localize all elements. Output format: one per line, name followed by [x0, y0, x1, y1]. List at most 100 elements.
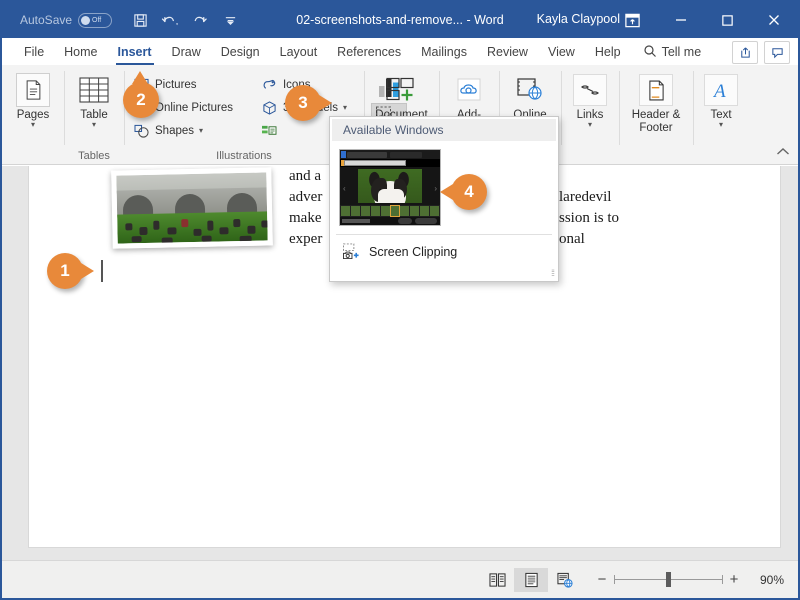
tab-draw[interactable]: Draw	[162, 39, 211, 65]
save-icon[interactable]	[126, 7, 154, 33]
available-window-thumbnail[interactable]: ‹ ›	[339, 149, 441, 226]
tab-references[interactable]: References	[327, 39, 411, 65]
thumbnail-footer-bar	[340, 217, 440, 225]
dropdown-separator	[336, 234, 552, 235]
tab-file[interactable]: File	[14, 39, 54, 65]
dropdown-resize-grip[interactable]: ⁞⁞	[551, 268, 554, 278]
add-ins-icon	[452, 73, 486, 107]
autosave-toggle[interactable]: Off	[78, 13, 112, 28]
doc-text-line: laredevil	[559, 187, 798, 208]
ribbon-display-options-icon[interactable]	[606, 2, 658, 38]
read-mode-icon[interactable]	[480, 568, 514, 592]
pages-button[interactable]: Pages ▾	[5, 69, 61, 129]
group-label-illustrations: Illustrations	[124, 150, 364, 162]
shapes-button[interactable]: Shapes ▾	[129, 120, 237, 141]
header-footer-icon	[639, 73, 673, 107]
tab-review[interactable]: Review	[477, 39, 538, 65]
text-caret-icon[interactable]: ▾	[719, 121, 723, 129]
tab-view[interactable]: View	[538, 39, 585, 65]
tab-strip-right-buttons	[732, 41, 790, 64]
zoom-in-button[interactable]: +	[728, 571, 740, 588]
zoom-out-button[interactable]: −	[596, 571, 608, 588]
tab-layout[interactable]: Layout	[270, 39, 328, 65]
online-video-button[interactable]: Online	[502, 69, 558, 122]
smartart-icon	[261, 122, 278, 139]
3d-models-caret-icon[interactable]: ▾	[343, 103, 347, 112]
zoom-slider-track[interactable]	[614, 579, 722, 580]
group-label-tables: Tables	[64, 150, 124, 162]
thumbnail-browser-tab	[347, 152, 387, 158]
add-ins-button[interactable]: Add-	[441, 69, 497, 122]
header-footer-button[interactable]: Header & Footer	[621, 69, 691, 135]
callout-number: 2	[136, 90, 145, 110]
tell-me-label: Tell me	[662, 45, 702, 59]
callout-number: 4	[464, 182, 473, 202]
tab-help[interactable]: Help	[585, 39, 631, 65]
ribbon-group-tables: Table ▾ Tables	[64, 65, 124, 165]
search-icon	[643, 44, 657, 61]
online-video-icon	[513, 73, 547, 107]
3d-models-icon	[261, 99, 278, 116]
tell-me-box[interactable]: Tell me	[643, 39, 702, 65]
callout-number: 1	[60, 261, 69, 281]
callout-badge-2: 2	[123, 82, 159, 118]
callout-badge-4: 4	[451, 174, 487, 210]
zoom-slider-control[interactable]: − +	[596, 571, 740, 588]
quick-access-toolbar	[126, 7, 244, 33]
screen-clipping-menu-item[interactable]: Screen Clipping	[333, 238, 555, 265]
web-layout-icon[interactable]	[548, 568, 582, 592]
text-icon: A	[704, 73, 738, 107]
zoom-percent-label[interactable]: 90%	[750, 573, 784, 587]
callout-badge-3: 3	[285, 85, 321, 121]
links-caret-icon[interactable]: ▾	[588, 121, 592, 129]
maximize-icon[interactable]	[704, 2, 750, 38]
undo-icon[interactable]	[156, 7, 184, 33]
thumbnail-image-stage: ‹ ›	[340, 167, 440, 205]
tab-mailings[interactable]: Mailings	[411, 39, 477, 65]
document-body-text-right[interactable]: laredevil ssion is to onal	[559, 187, 798, 250]
inserted-photo[interactable]	[111, 167, 273, 248]
collapse-ribbon-icon[interactable]	[776, 146, 790, 160]
callout-badge-1: 1	[47, 253, 83, 289]
zoom-slider-handle[interactable]	[666, 572, 671, 587]
ribbon-group-pages: Pages ▾	[2, 65, 64, 165]
thumbnail-filmstrip	[340, 205, 440, 217]
thumbnail-browser-tab	[390, 152, 422, 158]
print-layout-icon[interactable]	[514, 568, 548, 592]
tab-insert[interactable]: Insert	[108, 39, 162, 65]
links-button[interactable]: Links ▾	[562, 69, 618, 129]
table-button[interactable]: Table ▾	[66, 69, 122, 129]
tab-design[interactable]: Design	[211, 39, 270, 65]
thumbnail-next-arrow-icon: ›	[434, 184, 437, 193]
text-cursor	[101, 260, 103, 282]
pages-icon	[16, 73, 50, 107]
autosave-control[interactable]: AutoSave Off	[20, 13, 112, 28]
autosave-label: AutoSave	[20, 13, 72, 27]
minimize-icon[interactable]	[658, 2, 704, 38]
window-controls	[606, 2, 798, 38]
text-button[interactable]: A Text ▾	[693, 69, 749, 129]
doc-text-line: ssion is to	[559, 208, 798, 229]
table-caret-icon[interactable]: ▾	[92, 121, 96, 129]
reuse-files-button[interactable]: Document	[367, 69, 437, 122]
icons-icon	[261, 76, 278, 93]
screen-clipping-label: Screen Clipping	[369, 245, 457, 259]
customize-quick-access-icon[interactable]	[216, 7, 244, 33]
autosave-toggle-knob	[81, 16, 90, 25]
tab-home[interactable]: Home	[54, 39, 107, 65]
shapes-caret-icon[interactable]: ▾	[199, 126, 203, 135]
autosave-state: Off	[92, 17, 101, 24]
ribbon-group-text: A Text ▾	[693, 65, 749, 165]
header-footer-label: Header & Footer	[621, 109, 691, 135]
share-icon[interactable]	[732, 41, 758, 64]
comments-icon[interactable]	[764, 41, 790, 64]
redo-icon[interactable]	[186, 7, 214, 33]
table-icon	[77, 73, 111, 107]
doc-text-line: onal	[559, 229, 798, 250]
thumbnail-browser-logo	[341, 151, 346, 158]
thumbnail-prev-arrow-icon: ‹	[343, 184, 346, 193]
shapes-label: Shapes	[155, 125, 194, 137]
close-icon[interactable]	[750, 2, 798, 38]
shapes-icon	[133, 122, 150, 139]
pages-caret-icon[interactable]: ▾	[31, 121, 35, 129]
